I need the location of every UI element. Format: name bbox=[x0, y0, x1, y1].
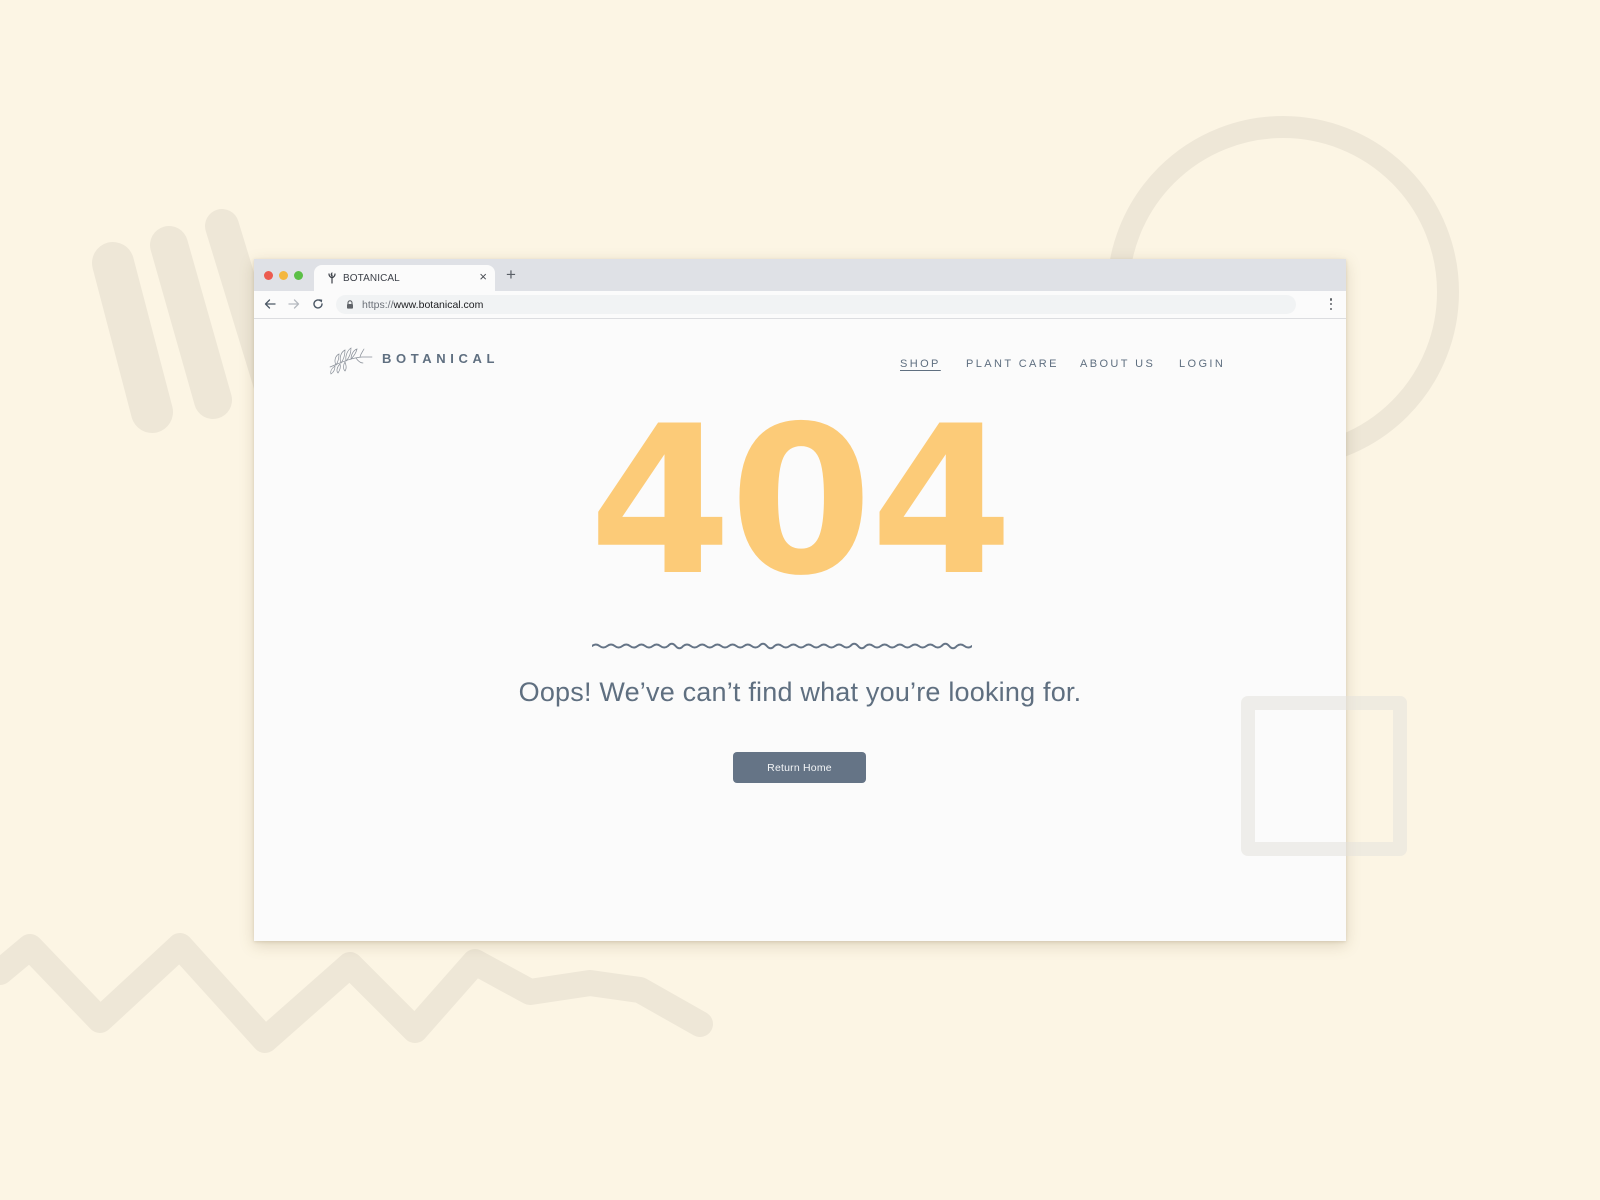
main-nav: SHOP PLANT CARE ABOUT US LOGIN bbox=[254, 358, 1346, 378]
nav-item-shop[interactable]: SHOP bbox=[900, 358, 941, 370]
wavy-divider bbox=[592, 642, 972, 650]
nav-item-plant-care[interactable]: PLANT CARE bbox=[966, 358, 1059, 370]
browser-tab[interactable]: BOTANICAL × bbox=[314, 265, 495, 291]
brush-stripe bbox=[150, 226, 232, 419]
arrow-right-icon bbox=[288, 299, 300, 309]
nav-item-about-us[interactable]: ABOUT US bbox=[1080, 358, 1155, 370]
reload-button[interactable] bbox=[309, 295, 327, 313]
reload-icon bbox=[313, 299, 323, 309]
forward-button[interactable] bbox=[285, 295, 303, 313]
error-message: Oops! We’ve can’t find what you’re looki… bbox=[518, 677, 1082, 707]
close-tab-icon[interactable]: × bbox=[479, 270, 487, 284]
error-code: 404 bbox=[589, 383, 1013, 621]
tab-title: BOTANICAL bbox=[343, 272, 400, 284]
return-home-button[interactable]: Return Home bbox=[733, 752, 866, 783]
url-scheme: https:// bbox=[362, 298, 394, 311]
more-vertical-icon[interactable] bbox=[1328, 296, 1334, 312]
arrow-left-icon bbox=[264, 299, 276, 309]
brush-stripe bbox=[92, 242, 173, 433]
minimize-window-button[interactable] bbox=[279, 271, 288, 280]
maximize-window-button[interactable] bbox=[294, 271, 303, 280]
new-tab-button[interactable]: + bbox=[506, 266, 516, 284]
url-text: https://www.botanical.com bbox=[362, 299, 483, 311]
lock-icon bbox=[347, 300, 353, 309]
close-window-button[interactable] bbox=[264, 271, 273, 280]
address-bar[interactable]: https://www.botanical.com bbox=[336, 295, 1296, 314]
nav-item-login[interactable]: LOGIN bbox=[1179, 358, 1225, 370]
tab-strip: BOTANICAL × + bbox=[254, 259, 1346, 291]
page-content: BOTANICAL SHOP PLANT CARE ABOUT US LOGIN… bbox=[254, 319, 1346, 941]
back-button[interactable] bbox=[261, 295, 279, 313]
browser-window: BOTANICAL × + https://www.botanical.com … bbox=[254, 259, 1346, 941]
brush-zigzag bbox=[0, 933, 713, 1053]
plant-sprig-icon bbox=[328, 272, 336, 284]
browser-toolbar: https://www.botanical.com bbox=[254, 291, 1346, 319]
url-host: www.botanical.com bbox=[393, 298, 484, 311]
